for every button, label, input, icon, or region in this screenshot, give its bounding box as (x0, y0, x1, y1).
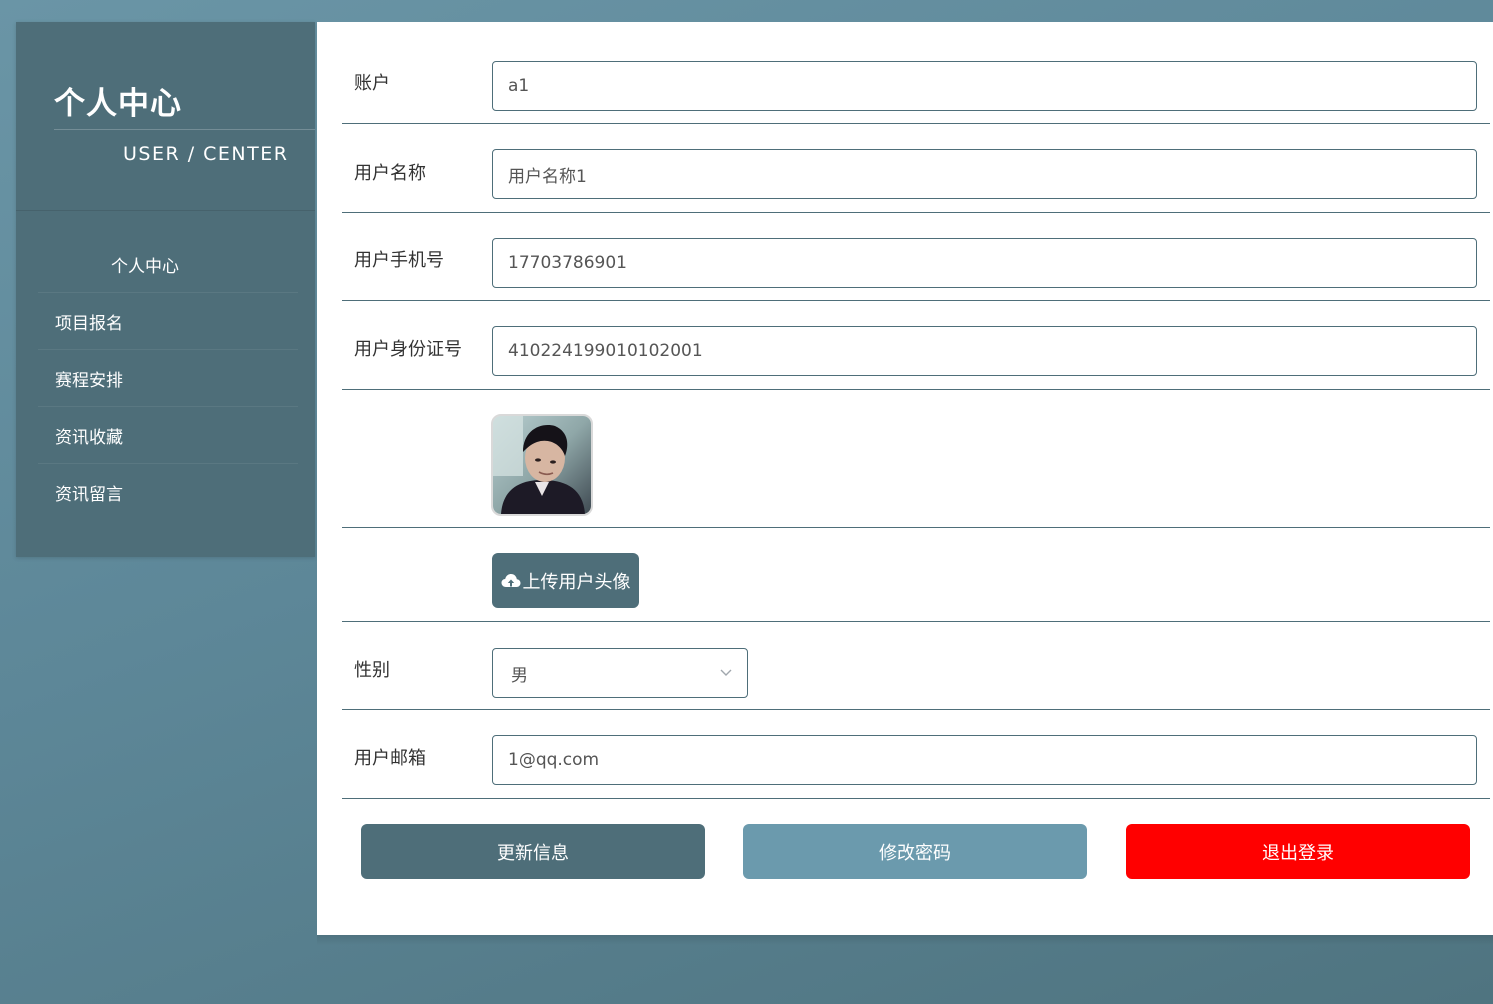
account-label: 账户 (354, 73, 390, 94)
sidebar-menu: 个人中心 项目报名 赛程安排 资讯收藏 资讯留言 (38, 236, 298, 521)
form-row-idcard: 用户身份证号 (342, 301, 1490, 390)
form-row-email: 用户邮箱 (342, 710, 1490, 799)
idcard-label: 用户身份证号 (354, 339, 462, 360)
gender-label: 性别 (354, 660, 390, 681)
sidebar-subtitle: USER / CENTER (123, 143, 289, 165)
sidebar: 个人中心 USER / CENTER 个人中心 项目报名 赛程安排 资讯收藏 资… (16, 22, 315, 557)
username-label: 用户名称 (354, 163, 426, 184)
email-label: 用户邮箱 (354, 748, 426, 769)
email-field[interactable] (492, 735, 1477, 785)
form-row-account: 账户 (342, 22, 1490, 124)
idcard-field[interactable] (492, 326, 1477, 376)
sidebar-item-user-center[interactable]: 个人中心 (38, 236, 298, 293)
form-row-avatar (342, 390, 1490, 528)
sidebar-item-news-messages[interactable]: 资讯留言 (38, 464, 298, 521)
profile-form-panel: 账户 用户名称 用户手机号 用户身份证号 (317, 22, 1493, 935)
sidebar-divider (16, 210, 315, 211)
username-field[interactable] (492, 149, 1477, 199)
chevron-down-icon (720, 669, 732, 676)
gender-select[interactable]: 男 (492, 648, 748, 698)
form-row-phone: 用户手机号 (342, 213, 1490, 301)
form-row-upload: 上传用户头像 (342, 528, 1490, 622)
logout-button[interactable]: 退出登录 (1126, 824, 1470, 879)
sidebar-item-news-favorites[interactable]: 资讯收藏 (38, 407, 298, 464)
phone-label: 用户手机号 (354, 250, 444, 271)
sidebar-item-schedule[interactable]: 赛程安排 (38, 350, 298, 407)
sidebar-title: 个人中心 (54, 86, 182, 122)
avatar-image (493, 416, 591, 514)
avatar (491, 414, 593, 516)
form-row-username: 用户名称 (342, 124, 1490, 213)
change-password-button[interactable]: 修改密码 (743, 824, 1087, 879)
cloud-upload-icon (501, 573, 520, 587)
account-field[interactable] (492, 61, 1477, 111)
form-row-gender: 性别 男 (342, 622, 1490, 710)
gender-value: 男 (511, 665, 528, 686)
upload-avatar-button[interactable]: 上传用户头像 (492, 553, 639, 608)
sidebar-item-registration[interactable]: 项目报名 (38, 293, 298, 350)
update-info-button[interactable]: 更新信息 (361, 824, 705, 879)
phone-field[interactable] (492, 238, 1477, 288)
sidebar-divider (54, 129, 315, 130)
upload-avatar-label: 上传用户头像 (522, 571, 631, 593)
panel-shadow (317, 935, 1493, 945)
